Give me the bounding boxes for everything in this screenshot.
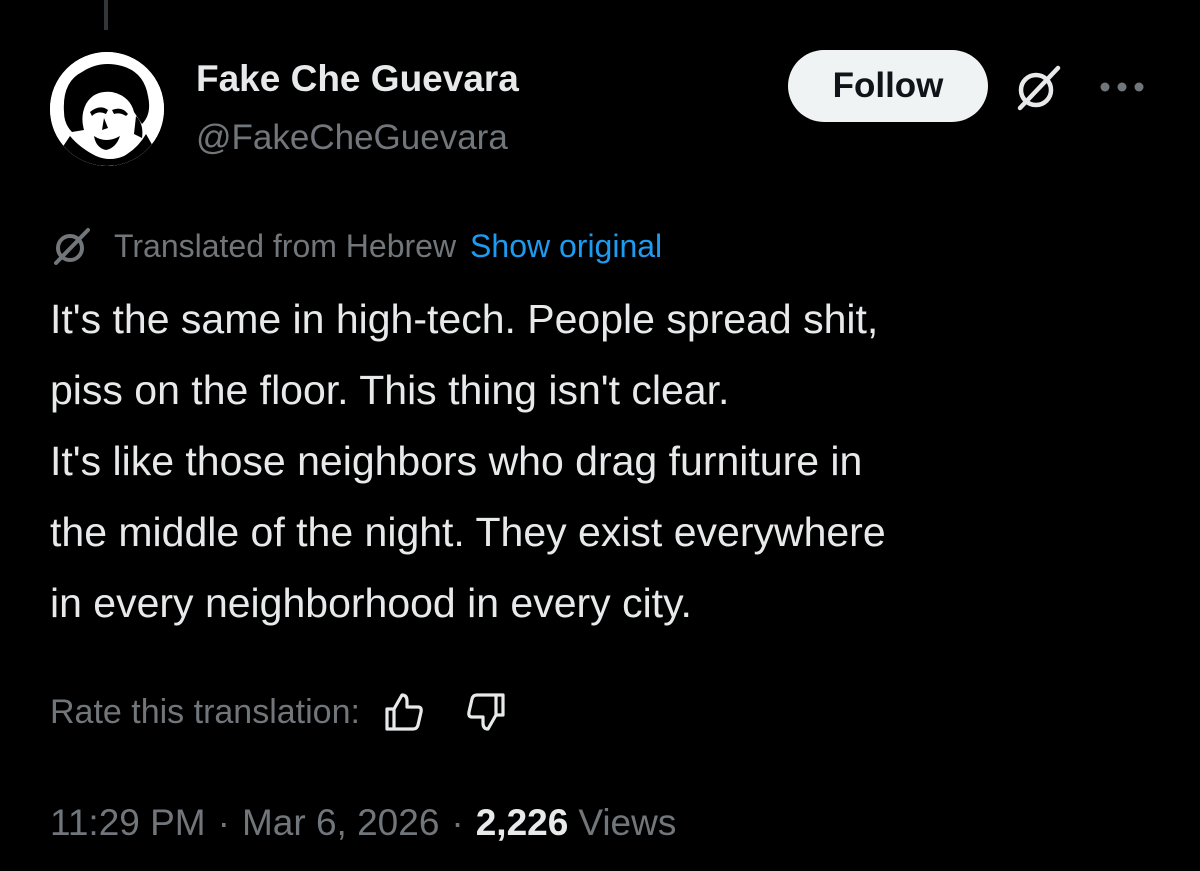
- show-original-link[interactable]: Show original: [470, 228, 662, 265]
- tweet-date[interactable]: Mar 6, 2026: [242, 802, 439, 844]
- tweet-text-line: in every neighborhood in every city.: [50, 580, 692, 626]
- more-horizontal-icon[interactable]: [1098, 80, 1146, 94]
- tweet-text: It's the same in high-tech. People sprea…: [50, 284, 1160, 639]
- grok-icon[interactable]: [1012, 62, 1064, 114]
- translated-from-label: Translated from Hebrew: [114, 227, 457, 264]
- views-count: 2,226: [475, 802, 569, 843]
- grok-icon: [54, 228, 90, 265]
- tweet-text-line: It's the same in high-tech. People sprea…: [50, 296, 879, 342]
- tweet-meta: 11:29 PM · Mar 6, 2026 · 2,226 Views: [50, 796, 676, 850]
- rate-translation-label: Rate this translation:: [50, 692, 360, 731]
- meta-separator: ·: [451, 802, 464, 843]
- author-handle[interactable]: @FakeCheGuevara: [196, 118, 508, 158]
- tweet-text-line: piss on the floor. This thing isn't clea…: [50, 367, 730, 413]
- thumbs-up-icon[interactable]: [382, 690, 426, 734]
- meta-separator: ·: [217, 802, 230, 843]
- author-display-name[interactable]: Fake Che Guevara: [196, 58, 519, 100]
- avatar[interactable]: [50, 52, 164, 166]
- tweet-text-line: It's like those neighbors who drag furni…: [50, 438, 863, 484]
- follow-button[interactable]: Follow: [788, 50, 988, 122]
- thumbs-down-icon[interactable]: [464, 690, 508, 734]
- tweet-time[interactable]: 11:29 PM: [50, 802, 206, 844]
- thread-connector-line: [104, 0, 108, 30]
- rate-translation-row: Rate this translation:: [50, 684, 508, 740]
- views-label: Views: [578, 802, 677, 843]
- tweet-text-line: the middle of the night. They exist ever…: [50, 509, 886, 555]
- translation-notice: Translated from Hebrew Show original: [50, 224, 662, 268]
- che-portrait-image: [50, 52, 164, 166]
